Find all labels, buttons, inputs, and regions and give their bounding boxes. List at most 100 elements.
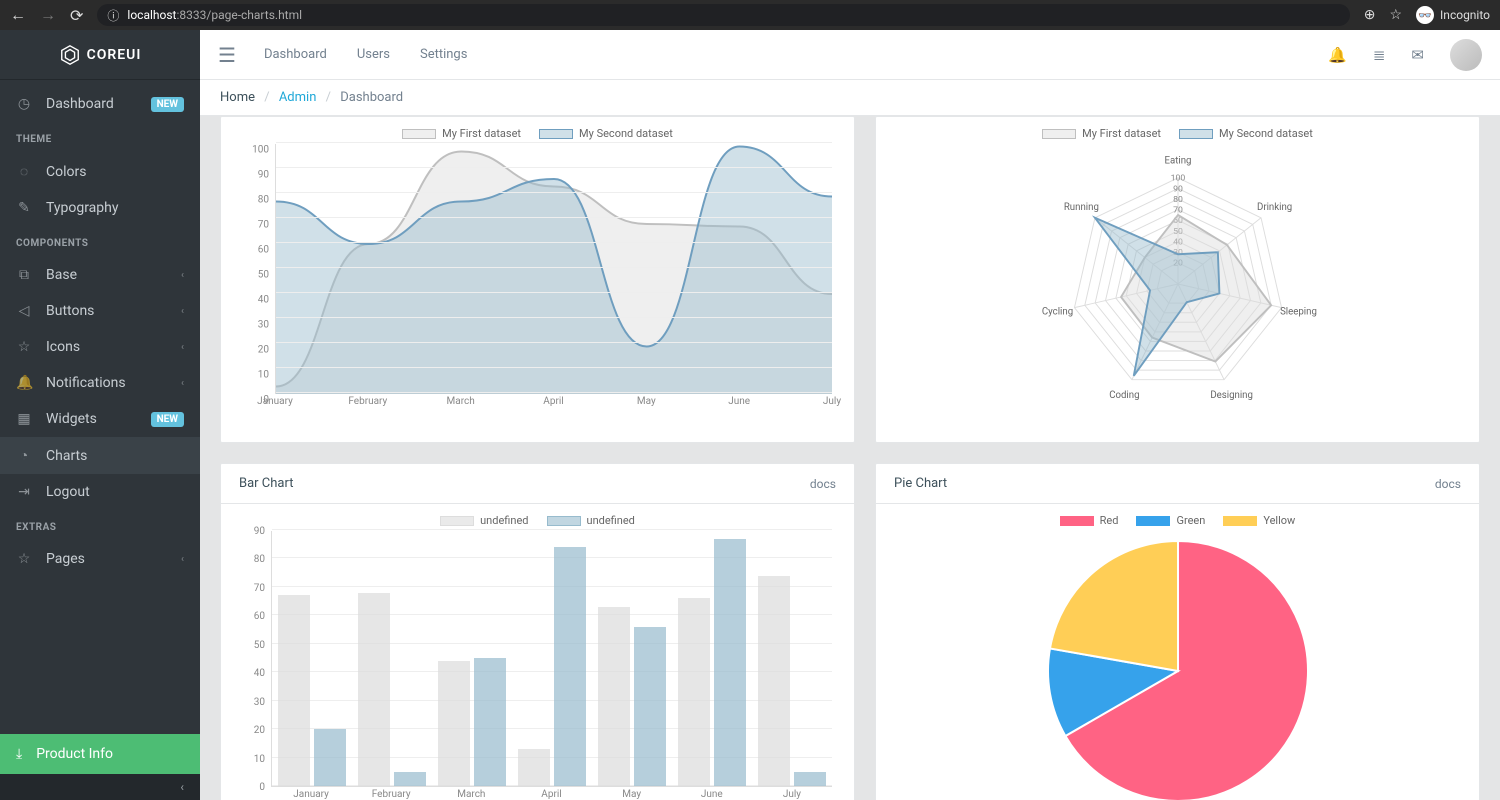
download-icon: ⤓ (16, 746, 22, 762)
bell-icon[interactable]: 🔔 (1328, 46, 1347, 64)
chart-legend: My First dataset My Second dataset (894, 127, 1461, 140)
chevron-left-icon: ‹ (181, 342, 184, 353)
legend-item[interactable]: My First dataset (1042, 127, 1161, 140)
badge-new: NEW (151, 97, 184, 112)
sidebar-item-widgets[interactable]: ▦ Widgets NEW (0, 401, 200, 437)
sidebar-item-base[interactable]: ⧉ Base ‹ (0, 257, 200, 293)
brand-logo[interactable]: COREUI (0, 30, 200, 80)
star-icon: ☆ (16, 551, 32, 567)
svg-text:Drinking: Drinking (1257, 202, 1292, 213)
sidebar-item-charts[interactable]: ◔ Charts (0, 437, 200, 474)
svg-text:80: 80 (1173, 195, 1183, 205)
sidebar-item-label: Base (46, 267, 77, 283)
sidebar-title-components: COMPONENTS (0, 226, 200, 257)
sidebar: COREUI ◷ Dashboard NEW THEME ◌ Colors ✎ … (0, 30, 200, 800)
legend-swatch (1136, 516, 1170, 526)
legend-swatch (1179, 129, 1213, 139)
legend-item[interactable]: My First dataset (402, 127, 521, 140)
sidebar-item-icons[interactable]: ☆ Icons ‹ (0, 329, 200, 365)
sidebar-item-label: Colors (46, 164, 86, 180)
line-chart: 0102030405060708090100JanuaryFebruaryMar… (239, 144, 836, 414)
card-title: Pie Chart (894, 476, 947, 491)
sidebar-item-dashboard[interactable]: ◷ Dashboard NEW (0, 86, 200, 122)
envelope-icon[interactable]: ✉ (1411, 46, 1424, 64)
sidebar-item-label: Icons (46, 339, 80, 355)
legend-item[interactable]: My Second dataset (539, 127, 673, 140)
svg-text:Designing: Designing (1210, 390, 1253, 401)
svg-text:Sleeping: Sleeping (1280, 306, 1317, 317)
menu-toggle-icon[interactable]: ☰ (218, 43, 236, 67)
bell-icon: 🔔 (16, 375, 32, 391)
svg-text:Cycling: Cycling (1041, 306, 1072, 317)
legend-item[interactable]: undefined (440, 514, 528, 527)
brand-icon (59, 44, 81, 66)
card-header: Pie Chart docs (876, 464, 1479, 504)
topnav-dashboard[interactable]: Dashboard (264, 47, 327, 62)
sidebar-item-label: Buttons (46, 303, 94, 319)
sidebar-item-notifications[interactable]: 🔔 Notifications ‹ (0, 365, 200, 401)
card-line-chart: My First dataset My Second dataset 01020… (220, 116, 855, 443)
chevron-left-icon: ‹ (181, 306, 184, 317)
legend-swatch (547, 516, 581, 526)
chart-legend: My First dataset My Second dataset (239, 127, 836, 140)
sidebar-item-typography[interactable]: ✎ Typography (0, 190, 200, 226)
legend-item[interactable]: My Second dataset (1179, 127, 1313, 140)
reload-icon[interactable]: ⟳ (70, 6, 83, 25)
chevron-left-icon: ‹ (181, 378, 184, 389)
zoom-icon[interactable]: ⊕ (1364, 7, 1376, 23)
sidebar-item-label: Typography (46, 200, 118, 216)
main: ☰ Dashboard Users Settings 🔔 ≣ ✉ Home / … (200, 30, 1500, 800)
browser-chrome: ← → ⟳ ⓘ localhost:8333/page-charts.html … (0, 0, 1500, 30)
back-icon[interactable]: ← (10, 5, 26, 25)
incognito-icon: 👓 (1416, 6, 1434, 24)
legend-swatch (402, 129, 436, 139)
sidebar-item-pages[interactable]: ☆ Pages ‹ (0, 541, 200, 577)
sidebar-item-product-info[interactable]: ⤓ Product Info (0, 734, 200, 774)
avatar[interactable] (1450, 39, 1482, 71)
svg-text:Eating: Eating (1164, 155, 1191, 166)
list-icon[interactable]: ≣ (1373, 46, 1386, 64)
topnav: Dashboard Users Settings (264, 47, 468, 62)
calculator-icon: ▦ (16, 411, 32, 427)
sidebar-nav: ◷ Dashboard NEW THEME ◌ Colors ✎ Typogra… (0, 80, 200, 734)
card-title: Bar Chart (239, 476, 293, 491)
sidebar-item-colors[interactable]: ◌ Colors (0, 153, 200, 190)
star-icon: ☆ (16, 339, 32, 355)
star-icon[interactable]: ☆ (1389, 7, 1402, 23)
info-icon: ⓘ (107, 7, 119, 24)
sidebar-title-theme: THEME (0, 122, 200, 153)
topnav-settings[interactable]: Settings (420, 47, 467, 62)
docs-link[interactable]: docs (1435, 477, 1461, 491)
url-path: /page-charts.html (206, 8, 302, 22)
card-radar-chart: My First dataset My Second dataset Eatin… (875, 116, 1480, 443)
speedometer-icon: ◷ (16, 96, 32, 112)
svg-text:90: 90 (1173, 184, 1183, 194)
breadcrumb-admin[interactable]: Admin (279, 90, 317, 105)
breadcrumb-current: Dashboard (340, 90, 403, 105)
legend-item[interactable]: Yellow (1223, 514, 1295, 527)
topnav-users[interactable]: Users (357, 47, 390, 62)
address-bar[interactable]: ⓘ localhost:8333/page-charts.html (97, 4, 1349, 26)
legend-swatch (1042, 129, 1076, 139)
chart-legend: undefined undefined (239, 514, 836, 527)
pie-chart (1038, 531, 1318, 800)
content: My First dataset My Second dataset 01020… (200, 116, 1500, 800)
chevron-left-icon: ‹ (181, 270, 184, 281)
incognito-badge: 👓 Incognito (1416, 6, 1490, 24)
docs-link[interactable]: docs (810, 477, 836, 491)
sidebar-item-buttons[interactable]: ◁ Buttons ‹ (0, 293, 200, 329)
logout-icon: ⇥ (16, 484, 32, 500)
card-pie-chart: Pie Chart docs Red Green Yellow (875, 463, 1480, 800)
sidebar-minimizer[interactable]: ‹ (0, 774, 200, 800)
legend-item[interactable]: Green (1136, 514, 1205, 527)
sidebar-item-label: Charts (46, 448, 87, 464)
legend-item[interactable]: undefined (547, 514, 635, 527)
forward-icon[interactable]: → (40, 5, 56, 25)
sidebar-item-logout[interactable]: ⇥ Logout (0, 474, 200, 510)
radar-chart: EatingDrinkingSleepingDesigningCodingCyc… (894, 144, 1461, 424)
piechart-icon: ◔ (16, 447, 32, 464)
legend-swatch (539, 129, 573, 139)
breadcrumb-home[interactable]: Home (220, 90, 255, 105)
card-header: Bar Chart docs (221, 464, 854, 504)
legend-item[interactable]: Red (1060, 514, 1119, 527)
